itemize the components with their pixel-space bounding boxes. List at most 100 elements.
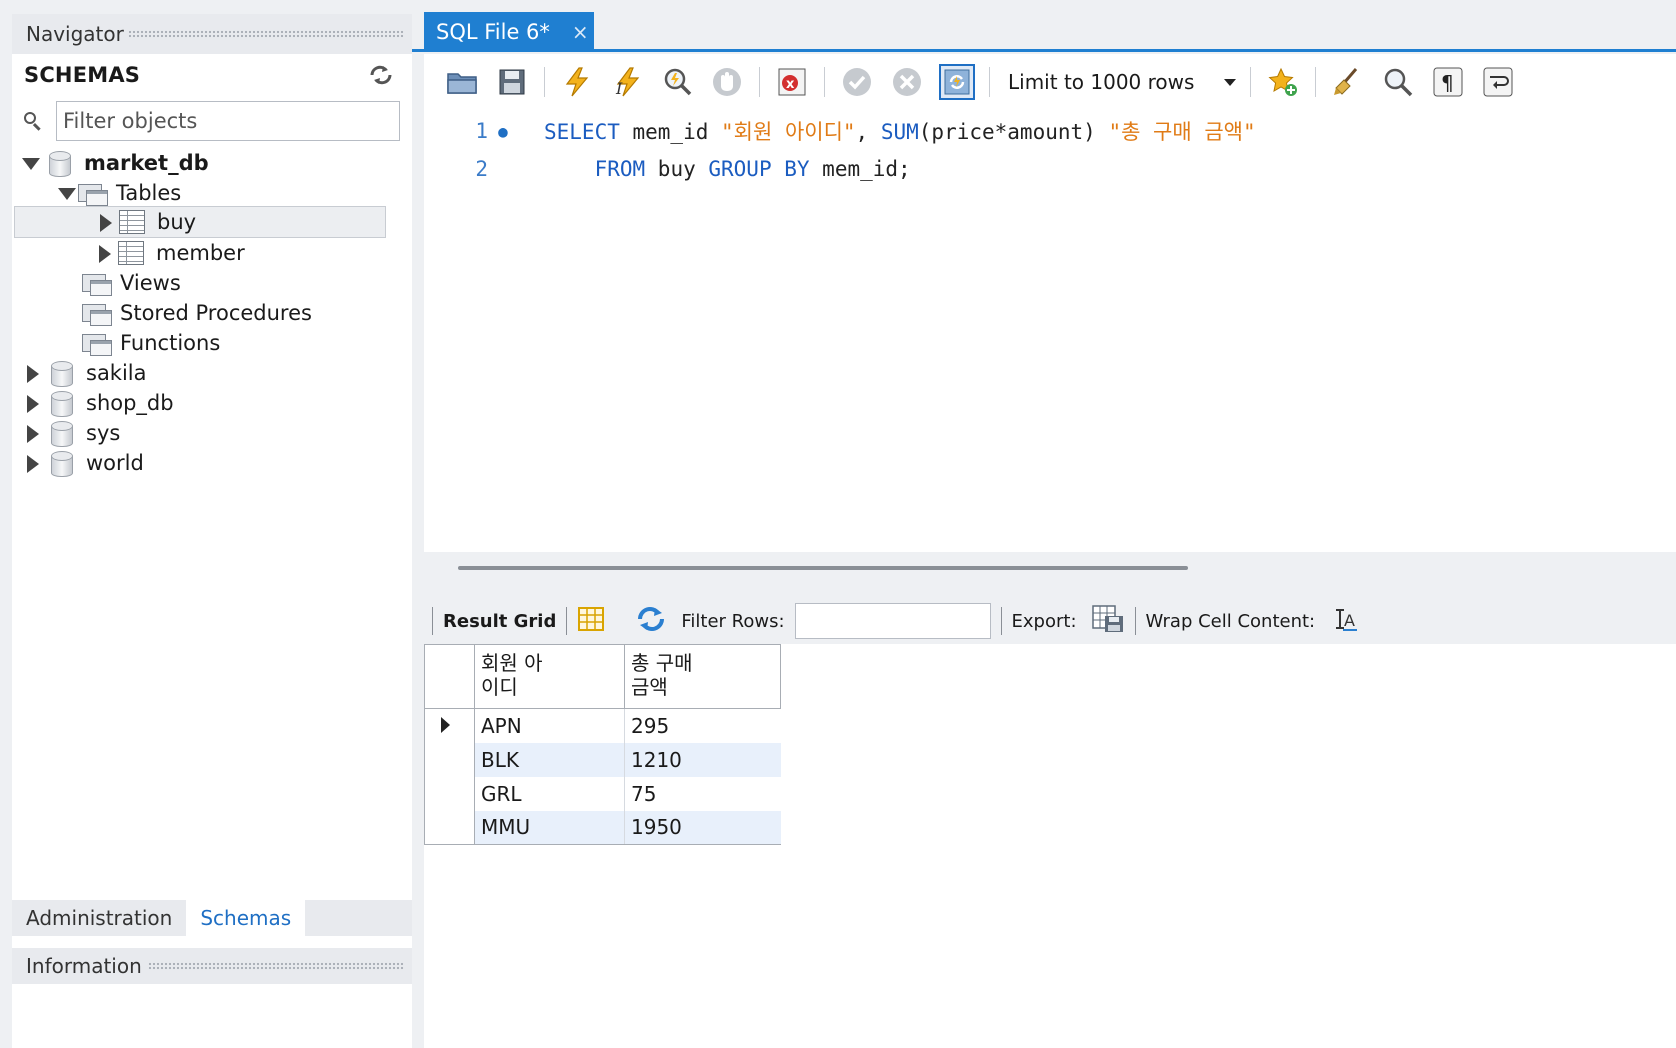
wrap-cell-icon[interactable]: A xyxy=(1333,606,1359,637)
explain-icon[interactable] xyxy=(659,64,695,100)
result-grid-area: 회원 아 이디 총 구매 금액 APN 295 BLK 1210 GRL 75 … xyxy=(424,644,1676,1048)
tree-label: world xyxy=(86,451,144,475)
chevron-down-icon xyxy=(1224,78,1236,86)
tree-node-tables[interactable]: Tables xyxy=(58,178,181,208)
tree-node-stored-procedures[interactable]: Stored Procedures xyxy=(82,298,312,328)
table-row[interactable]: MMU 1950 xyxy=(424,810,781,845)
column-header-total-amount[interactable]: 총 구매 금액 xyxy=(624,644,781,709)
identifier: buy xyxy=(645,157,709,181)
tree-node-world[interactable]: world xyxy=(24,448,144,478)
tab-schemas[interactable]: Schemas xyxy=(186,900,306,936)
tree-label: shop_db xyxy=(86,391,174,415)
tab-sql-file[interactable]: SQL File 6* × xyxy=(424,12,594,52)
expand-arrow-icon[interactable] xyxy=(24,455,40,473)
tree-node-buy[interactable]: buy xyxy=(14,206,386,238)
close-icon[interactable]: × xyxy=(572,20,589,44)
horizontal-scrollbar[interactable] xyxy=(458,566,1188,570)
navigator-title: Navigator xyxy=(26,22,124,46)
stop-icon[interactable] xyxy=(709,64,745,100)
limit-rows-value: Limit to 1000 rows xyxy=(1008,70,1195,94)
invisible-chars-icon[interactable]: ¶ xyxy=(1430,64,1466,100)
table-row[interactable]: BLK 1210 xyxy=(424,742,781,777)
expand-arrow-icon[interactable] xyxy=(24,425,40,443)
collapse-arrow-icon[interactable] xyxy=(22,155,40,171)
toolbar-separator xyxy=(1250,67,1251,97)
open-folder-icon[interactable] xyxy=(444,64,480,100)
row-selector[interactable] xyxy=(424,708,475,743)
cell-member-id[interactable]: GRL xyxy=(474,776,625,811)
beautify-icon[interactable] xyxy=(1330,64,1366,100)
tree-node-functions[interactable]: Functions xyxy=(82,328,220,358)
result-grid[interactable]: 회원 아 이디 총 구매 금액 APN 295 BLK 1210 GRL 75 … xyxy=(424,644,781,845)
tree-label: Views xyxy=(120,271,181,295)
editor-tabbar: SQL File 6* × xyxy=(412,0,1676,52)
add-snippet-icon[interactable] xyxy=(1265,64,1301,100)
cell-member-id[interactable]: BLK xyxy=(474,742,625,777)
cell-member-id[interactable]: MMU xyxy=(474,810,625,845)
row-selector[interactable] xyxy=(424,810,475,845)
commit-icon[interactable] xyxy=(839,64,875,100)
tree-node-views[interactable]: Views xyxy=(82,268,181,298)
toolbar-separator xyxy=(1134,607,1136,635)
row-header-corner xyxy=(424,644,475,709)
tab-administration[interactable]: Administration xyxy=(12,900,186,936)
function-name: SUM xyxy=(880,120,919,144)
execute-statement-icon[interactable]: I xyxy=(609,64,645,100)
expand-arrow-icon[interactable] xyxy=(24,395,40,413)
cell-total-amount[interactable]: 1210 xyxy=(624,742,781,777)
tree-node-sys[interactable]: sys xyxy=(24,418,120,448)
cell-total-amount[interactable]: 295 xyxy=(625,709,781,743)
row-selector[interactable] xyxy=(424,742,475,777)
toolbar-separator xyxy=(759,67,760,97)
table-row[interactable]: GRL 75 xyxy=(424,776,781,811)
database-icon xyxy=(48,150,72,177)
cell-member-id[interactable]: APN xyxy=(474,708,625,743)
wrap-cell-label: Wrap Cell Content: xyxy=(1145,610,1316,632)
tree-node-member[interactable]: member xyxy=(96,238,245,268)
expand-arrow-icon[interactable] xyxy=(97,214,113,232)
sql-editor[interactable]: 1 ● SELECT mem_id "회원 아이디", SUM(price*am… xyxy=(424,110,1676,552)
drag-grip[interactable] xyxy=(127,30,404,38)
word-wrap-icon[interactable] xyxy=(1480,64,1516,100)
grid-view-icon[interactable] xyxy=(577,606,605,637)
collapse-arrow-icon[interactable] xyxy=(58,185,76,201)
result-grid-label[interactable]: Result Grid xyxy=(443,611,556,632)
toolbar-separator xyxy=(1000,607,1002,635)
export-icon[interactable] xyxy=(1091,604,1125,639)
cell-total-amount[interactable]: 75 xyxy=(625,777,781,811)
toolbar-separator xyxy=(544,67,545,97)
tree-label: Functions xyxy=(120,331,221,355)
expand-arrow-icon[interactable] xyxy=(24,365,40,383)
filter-rows-input[interactable] xyxy=(794,603,991,639)
toolbar-separator xyxy=(432,607,433,635)
execute-icon[interactable] xyxy=(559,64,595,100)
drag-grip[interactable] xyxy=(147,962,404,970)
tree-node-shop-db[interactable]: shop_db xyxy=(24,388,174,418)
cell-total-amount[interactable]: 1950 xyxy=(624,810,781,845)
row-selector[interactable] xyxy=(424,776,475,811)
database-icon xyxy=(50,390,74,417)
limit-rows-dropdown[interactable]: Limit to 1000 rows xyxy=(1004,70,1236,94)
refresh-results-icon[interactable] xyxy=(635,606,667,637)
tree-node-sakila[interactable]: sakila xyxy=(24,358,147,388)
column-header-member-id[interactable]: 회원 아 이디 xyxy=(474,644,625,709)
header-row: 회원 아 이디 총 구매 금액 xyxy=(424,644,781,709)
autocommit-toggle-icon[interactable] xyxy=(939,64,975,100)
find-icon[interactable] xyxy=(1380,64,1416,100)
refresh-icon[interactable] xyxy=(368,64,394,86)
rollback-icon[interactable] xyxy=(889,64,925,100)
expand-arrow-icon[interactable] xyxy=(96,245,112,263)
result-toolbar: Result Grid Filter Rows: Export: Wrap Ce… xyxy=(424,598,1676,644)
database-icon xyxy=(50,360,74,387)
schemas-label: SCHEMAS xyxy=(24,63,141,87)
information-title: Information xyxy=(26,954,142,978)
navigator-tabs: Administration Schemas xyxy=(12,900,412,936)
tree-label: member xyxy=(156,241,245,265)
filter-objects-input[interactable] xyxy=(56,101,400,141)
stop-on-error-icon[interactable]: x xyxy=(774,64,810,100)
tree-node-market-db[interactable]: market_db xyxy=(22,148,209,178)
table-row[interactable]: APN 295 xyxy=(424,708,781,743)
save-icon[interactable] xyxy=(494,64,530,100)
database-icon xyxy=(50,450,74,477)
